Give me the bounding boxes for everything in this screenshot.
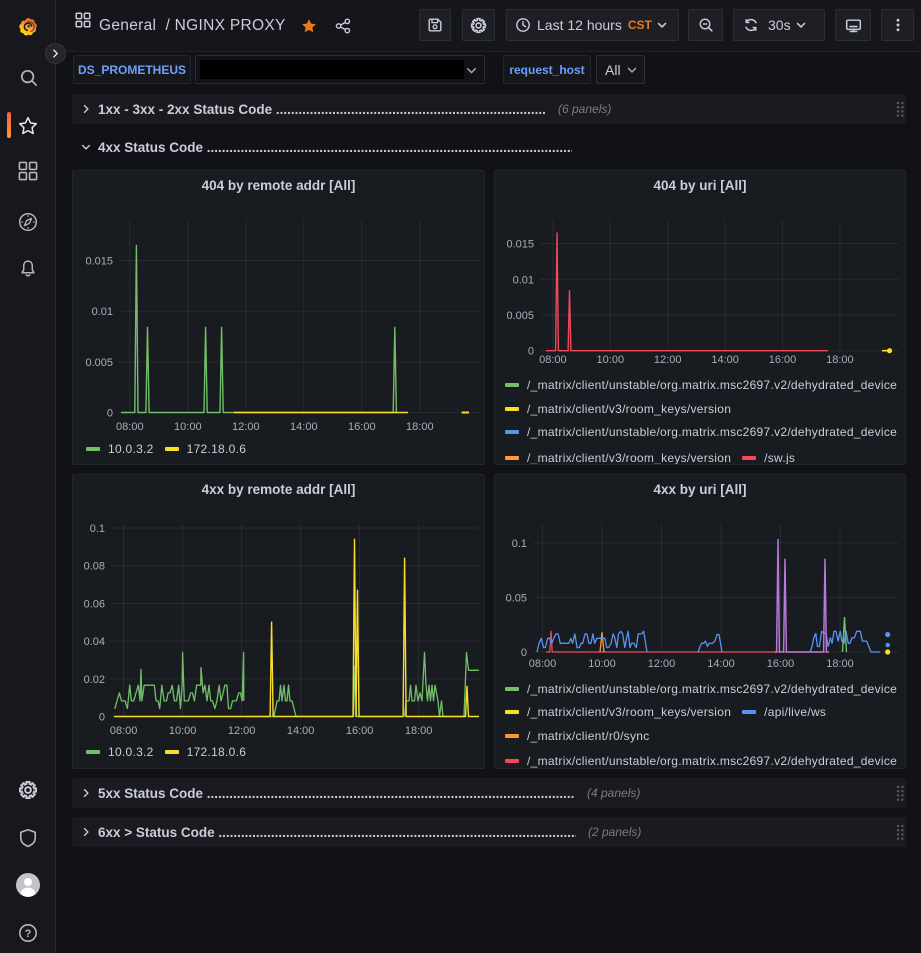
svg-text:18:00: 18:00	[405, 725, 433, 737]
svg-text:08:00: 08:00	[529, 658, 557, 670]
svg-text:16:00: 16:00	[348, 421, 376, 433]
svg-text:16:00: 16:00	[346, 725, 374, 737]
svg-text:0.005: 0.005	[85, 357, 113, 369]
svg-text:10:00: 10:00	[588, 658, 616, 670]
svg-text:0.05: 0.05	[506, 592, 527, 604]
svg-text:08:00: 08:00	[539, 354, 567, 366]
svg-text:0: 0	[521, 647, 527, 659]
svg-text:18:00: 18:00	[826, 354, 854, 366]
svg-text:08:00: 08:00	[110, 725, 138, 737]
svg-text:10:00: 10:00	[597, 354, 625, 366]
svg-text:0: 0	[107, 408, 113, 420]
svg-text:?: ?	[25, 928, 32, 940]
svg-text:08:00: 08:00	[116, 421, 144, 433]
svg-text:12:00: 12:00	[228, 725, 256, 737]
svg-text:0: 0	[528, 346, 534, 358]
svg-text:0.1: 0.1	[90, 523, 105, 535]
svg-text:0.005: 0.005	[506, 310, 534, 322]
svg-text:0.01: 0.01	[513, 274, 534, 286]
svg-text:0.08: 0.08	[84, 561, 105, 573]
svg-text:18:00: 18:00	[826, 658, 854, 670]
svg-text:0.015: 0.015	[85, 256, 113, 268]
svg-text:12:00: 12:00	[654, 354, 682, 366]
svg-text:14:00: 14:00	[711, 354, 739, 366]
svg-text:14:00: 14:00	[707, 658, 735, 670]
svg-text:10:00: 10:00	[169, 725, 197, 737]
svg-text:0.015: 0.015	[506, 239, 534, 251]
svg-text:0.04: 0.04	[84, 636, 105, 648]
svg-text:16:00: 16:00	[769, 354, 797, 366]
svg-text:12:00: 12:00	[648, 658, 676, 670]
svg-text:0.06: 0.06	[84, 598, 105, 610]
svg-text:10:00: 10:00	[174, 421, 202, 433]
svg-text:16:00: 16:00	[767, 658, 795, 670]
svg-text:18:00: 18:00	[406, 421, 434, 433]
svg-text:12:00: 12:00	[232, 421, 260, 433]
svg-text:0.1: 0.1	[512, 538, 527, 550]
svg-text:0.01: 0.01	[92, 306, 113, 318]
svg-text:0.02: 0.02	[84, 674, 105, 686]
svg-text:14:00: 14:00	[290, 421, 318, 433]
svg-text:14:00: 14:00	[287, 725, 315, 737]
svg-text:0: 0	[99, 712, 105, 724]
